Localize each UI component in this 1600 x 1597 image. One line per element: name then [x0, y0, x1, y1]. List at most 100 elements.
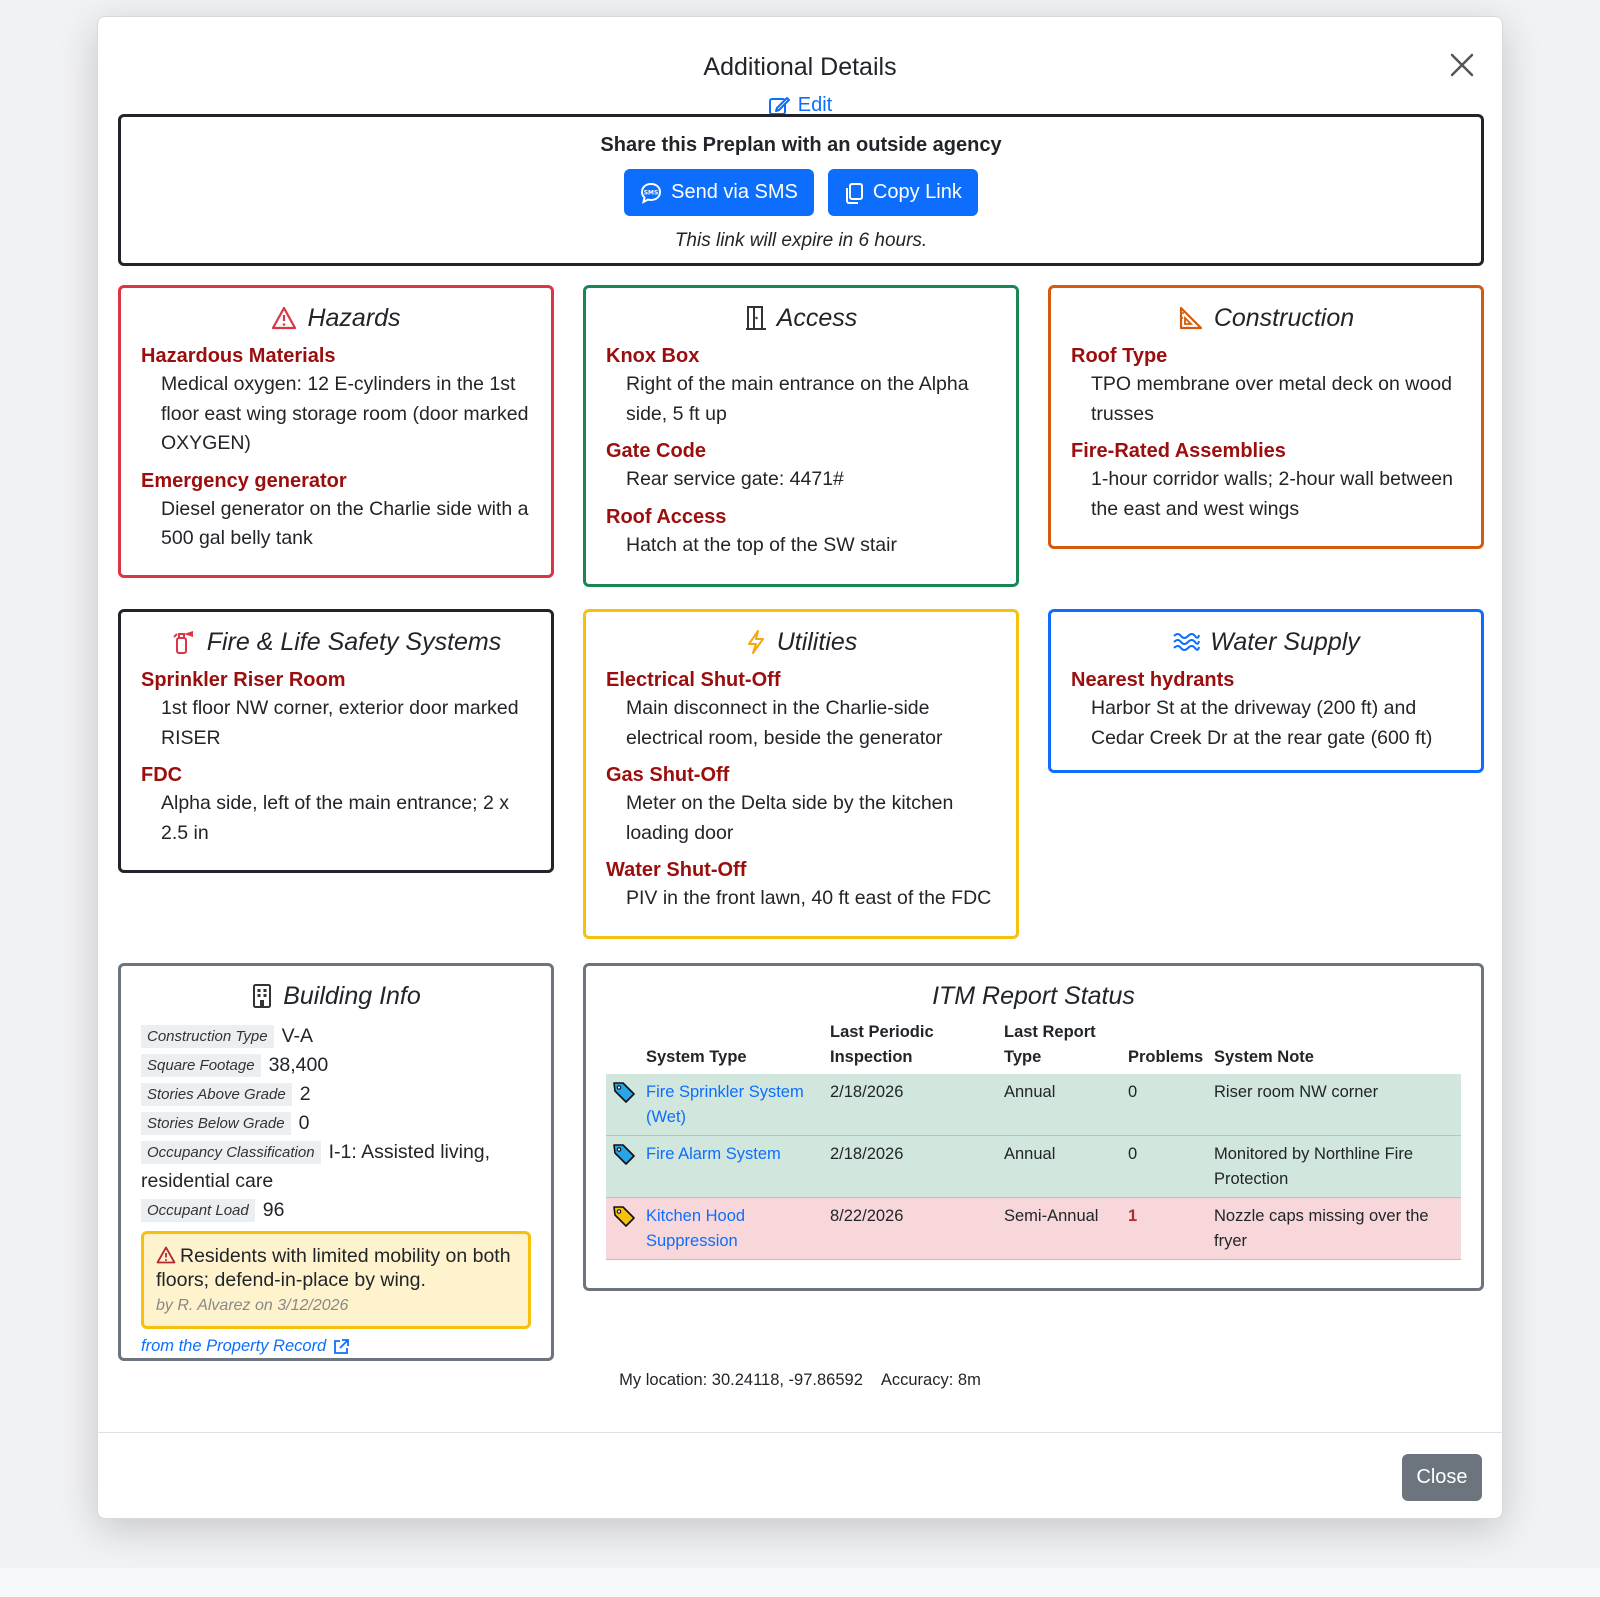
access-value: Hatch at the top of the SW stair — [626, 533, 897, 556]
water-label: Nearest hydrants — [1071, 669, 1235, 691]
send-sms-button[interactable]: SMS Send via SMS — [624, 169, 814, 216]
door-icon — [745, 306, 766, 330]
report-type: Annual — [1004, 1135, 1128, 1198]
building-row-value: 2 — [299, 1083, 311, 1105]
utilities-card: Utilities Electrical Shut-Off Main disco… — [583, 609, 1019, 939]
itm-table: System Type Last Periodic Inspection Las… — [606, 1016, 1461, 1260]
send-sms-label: Send via SMS — [671, 181, 798, 203]
building-row: Construction Type V-A — [141, 1022, 531, 1051]
itm-report-card: ITM Report Status System Type Last Perio… — [583, 963, 1484, 1291]
construction-value: 1-hour corridor walls; 2-hour wall betwe… — [1091, 468, 1453, 520]
building-row-value: V-A — [281, 1025, 314, 1047]
page-bottom-strip — [0, 1568, 1600, 1597]
property-record-label: from the Property Record — [141, 1337, 327, 1355]
location-text: My location: 30.24118, -97.86592 — [619, 1371, 863, 1389]
inspection-date: 2/18/2026 — [830, 1074, 1004, 1136]
warning-triangle-icon — [272, 306, 297, 330]
sms-icon: SMS — [641, 182, 662, 204]
water-title: Water Supply — [1210, 627, 1360, 656]
hazard-label: Hazardous Materials — [141, 345, 336, 367]
warning-text: Residents with limited mobility on both … — [156, 1245, 511, 1291]
building-row-value: 0 — [298, 1112, 310, 1134]
fire-life-safety-card: Fire & Life Safety Systems Sprinkler Ris… — [118, 609, 554, 873]
hazard-label: Emergency generator — [141, 469, 347, 492]
fire-life-value: 1st floor NW corner, exterior door marke… — [161, 697, 519, 749]
building-row-label: Stories Above Grade — [141, 1083, 292, 1106]
access-title: Access — [776, 303, 858, 332]
system-note: Riser room NW corner — [1214, 1074, 1461, 1136]
building-row-label: Square Footage — [141, 1054, 261, 1077]
copy-link-button[interactable]: Copy Link — [827, 169, 978, 216]
fire-life-label: Sprinkler Riser Room — [141, 669, 346, 691]
utilities-label: Electrical Shut-Off — [606, 669, 781, 691]
utilities-value: PIV in the front lawn, 40 ft east of the… — [626, 887, 992, 909]
itm-header: Problems — [1128, 1048, 1204, 1066]
construction-value: TPO membrane over metal deck on wood tru… — [1091, 373, 1452, 425]
building-row-label: Occupant Load — [141, 1199, 255, 1222]
utilities-label: Gas Shut-Off — [606, 764, 730, 786]
tag-icon — [613, 1206, 635, 1227]
lightning-icon — [747, 630, 764, 654]
table-row: Kitchen Hood Suppression 8/22/2026 Semi-… — [606, 1197, 1461, 1260]
external-link-icon — [334, 1338, 350, 1354]
building-title: Building Info — [283, 981, 421, 1010]
property-record-link[interactable]: from the Property Record — [141, 1337, 350, 1356]
tag-icon — [613, 1082, 635, 1103]
system-type-link[interactable]: Kitchen Hood Suppression — [646, 1207, 745, 1250]
itm-title: ITM Report Status — [932, 981, 1135, 1010]
building-row: Stories Below Grade 0 — [141, 1109, 531, 1138]
water-supply-card: Water Supply Nearest hydrants Harbor St … — [1048, 609, 1484, 773]
tag-icon — [613, 1144, 635, 1165]
building-row: Stories Above Grade 2 — [141, 1080, 531, 1109]
report-type: Annual — [1004, 1074, 1128, 1136]
itm-header-icon-col — [606, 1016, 646, 1074]
fire-life-label: FDC — [141, 764, 183, 786]
system-type-link[interactable]: Fire Sprinkler System (Wet) — [646, 1083, 804, 1126]
system-note: Nozzle caps missing over the fryer — [1214, 1197, 1461, 1260]
table-row: Fire Alarm System 2/18/2026 Annual 0 Mon… — [606, 1135, 1461, 1198]
utilities-title: Utilities — [776, 627, 858, 656]
utilities-value: Main disconnect in the Charlie-side elec… — [626, 697, 943, 749]
report-type: Semi-Annual — [1004, 1197, 1128, 1260]
access-value: Rear service gate: 4471# — [626, 468, 844, 490]
additional-details-modal: Additional Details Edit Share this Prepl… — [97, 16, 1503, 1519]
fire-life-value: Alpha side, left of the main entrance; 2… — [161, 792, 509, 844]
share-panel: Share this Preplan with an outside agenc… — [118, 114, 1484, 266]
system-note: Monitored by Northline Fire Protection — [1214, 1135, 1461, 1198]
construction-card: Construction Roof Type TPO membrane over… — [1048, 285, 1484, 549]
utilities-value: Meter on the Delta side by the kitchen l… — [626, 792, 954, 844]
construction-label: Fire-Rated Assemblies — [1071, 440, 1286, 462]
modal-footer-divider — [98, 1432, 1502, 1433]
warning-triangle-icon — [156, 1246, 176, 1264]
problems-count: 0 — [1128, 1135, 1214, 1198]
copy-icon — [845, 182, 863, 204]
accuracy-text: Accuracy: 8m — [880, 1371, 981, 1389]
building-row: Occupancy Classification I-1: Assisted li… — [141, 1138, 531, 1196]
share-title: Share this Preplan with an outside agenc… — [600, 134, 1002, 156]
itm-header: Last Periodic Inspection — [830, 1023, 934, 1066]
building-row-label: Stories Below Grade — [141, 1112, 291, 1135]
itm-header: System Type — [646, 1048, 747, 1066]
water-value: Harbor St at the driveway (200 ft) and C… — [1091, 697, 1433, 749]
building-row: Occupant Load 96 — [141, 1196, 531, 1225]
itm-header-row: System Type Last Periodic Inspection Las… — [606, 1016, 1461, 1074]
itm-header: Last Report Type — [1004, 1023, 1096, 1066]
close-button[interactable]: Close — [1402, 1454, 1482, 1501]
system-type-link[interactable]: Fire Alarm System — [646, 1145, 781, 1163]
building-row-label: Occupancy Classification — [141, 1141, 321, 1164]
building-info-card: Building Info Construction Type V-A Squar… — [118, 963, 554, 1361]
building-icon — [253, 984, 272, 1008]
utilities-label: Water Shut-Off — [606, 859, 747, 881]
location-line: My location: 30.24118, -97.86592 Accuracy… — [98, 1371, 1502, 1390]
svg-text:SMS: SMS — [644, 189, 659, 196]
hazard-value: Diesel generator on the Charlie side wit… — [161, 497, 529, 550]
access-card: Access Knox Box Right of the main entran… — [583, 285, 1019, 587]
itm-header: System Note — [1214, 1048, 1314, 1066]
access-label: Roof Access — [606, 505, 727, 528]
ruler-triangle-icon — [1179, 306, 1202, 330]
building-warning: Residents with limited mobility on both … — [141, 1231, 531, 1329]
hazards-card: Hazards Hazardous Materials Medical oxyg… — [118, 285, 554, 578]
fire-extinguisher-icon — [173, 631, 193, 654]
close-icon[interactable] — [1446, 49, 1478, 81]
table-row: Fire Sprinkler System (Wet) 2/18/2026 An… — [606, 1074, 1461, 1136]
